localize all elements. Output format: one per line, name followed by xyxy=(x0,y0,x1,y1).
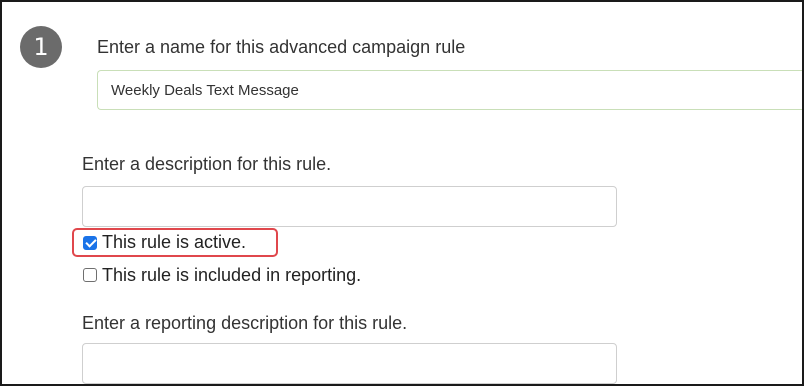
rule-reporting-checkbox[interactable] xyxy=(83,268,97,282)
rule-reporting-checkbox-row[interactable]: This rule is included in reporting. xyxy=(83,263,361,287)
rule-active-label[interactable]: This rule is active. xyxy=(102,232,246,253)
rule-active-checkbox[interactable] xyxy=(83,235,97,250)
rule-active-checkbox-row[interactable]: This rule is active. xyxy=(72,228,278,257)
step-number-badge: 1 xyxy=(20,26,62,68)
rule-name-label: Enter a name for this advanced campaign … xyxy=(97,37,466,57)
rule-reporting-label[interactable]: This rule is included in reporting. xyxy=(102,265,361,286)
reporting-description-input[interactable] xyxy=(82,343,617,384)
reporting-description-label: Enter a reporting description for this r… xyxy=(82,313,408,333)
rule-name-input[interactable] xyxy=(97,70,802,110)
description-label: Enter a description for this rule. xyxy=(82,154,332,174)
campaign-rule-form: 1 Enter a name for this advanced campaig… xyxy=(0,0,804,386)
description-input[interactable] xyxy=(82,186,617,227)
